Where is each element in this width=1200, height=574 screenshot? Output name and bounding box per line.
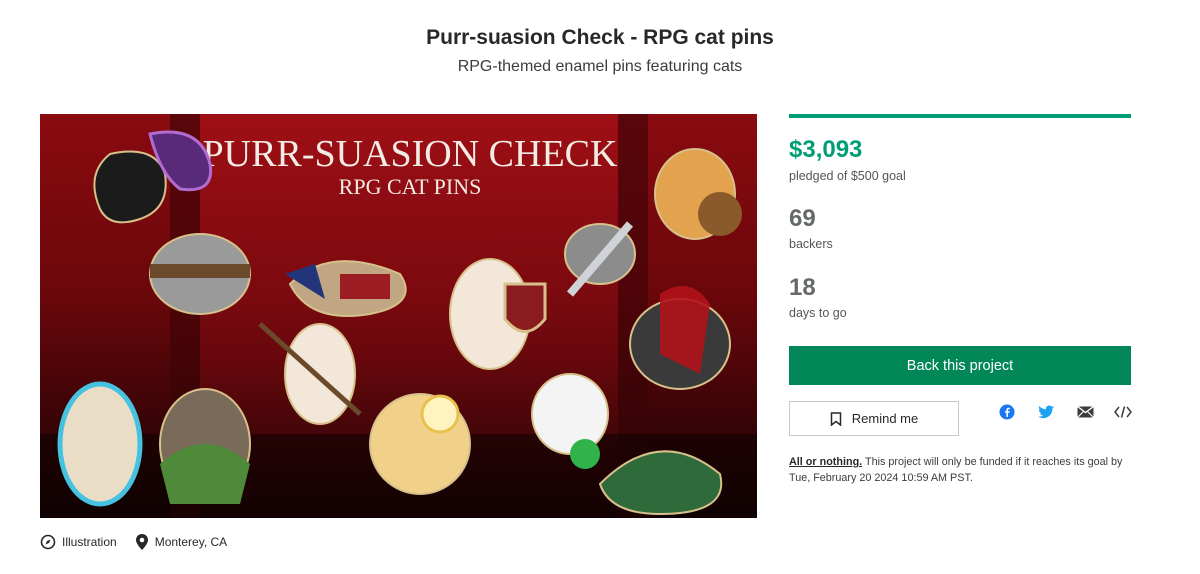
project-meta: Illustration Monterey, CA (40, 533, 245, 551)
days-to-go-label: days to go (789, 306, 847, 320)
backers-count: 69 (789, 205, 816, 232)
project-subtitle: RPG-themed enamel pins featuring cats (457, 58, 743, 75)
back-this-project-button[interactable]: Back this project (789, 346, 1131, 385)
remind-me-button[interactable]: Remind me (789, 401, 959, 436)
email-icon (1076, 406, 1094, 418)
category-link[interactable]: Illustration (40, 534, 117, 550)
embed-icon (1114, 406, 1132, 418)
all-or-nothing-link[interactable]: All or nothing. (789, 456, 862, 468)
banner-title: PURR-SUASION CHECK (203, 133, 618, 175)
location-link[interactable]: Monterey, CA (135, 533, 227, 551)
funding-fineprint: All or nothing. This project will only b… (789, 454, 1129, 486)
days-to-go-count: 18 (789, 274, 816, 301)
email-share[interactable] (1075, 403, 1095, 421)
facebook-icon (999, 404, 1015, 420)
pin-sorcerer-cat (57, 381, 143, 507)
location-label: Monterey, CA (154, 535, 228, 549)
bookmark-icon (830, 411, 842, 426)
backers-label: backers (789, 237, 833, 251)
pin-druid-cat (159, 388, 251, 504)
twitter-icon (1038, 405, 1054, 418)
twitter-share[interactable] (1036, 403, 1056, 421)
funding-progress-fill (789, 114, 1131, 118)
pledged-goal-label: pledged of $500 goal (789, 169, 906, 183)
pin-armored-cat (149, 233, 251, 315)
pin-cleric-cat (369, 393, 471, 495)
facebook-share[interactable] (997, 403, 1017, 421)
project-hero-image[interactable]: PURR-SUASION CHECK RPG CAT PINS (40, 114, 757, 518)
remind-me-label: Remind me (851, 411, 919, 426)
funding-progress-bar (789, 114, 1131, 118)
project-title: Purr-suasion Check - RPG cat pins (426, 26, 774, 49)
pledged-amount: $3,093 (789, 136, 863, 163)
location-pin-icon (135, 534, 148, 550)
compass-icon (40, 534, 56, 550)
embed-share[interactable] (1113, 403, 1133, 421)
banner-subtitle: RPG CAT PINS (339, 174, 482, 199)
category-label: Illustration (62, 535, 117, 549)
